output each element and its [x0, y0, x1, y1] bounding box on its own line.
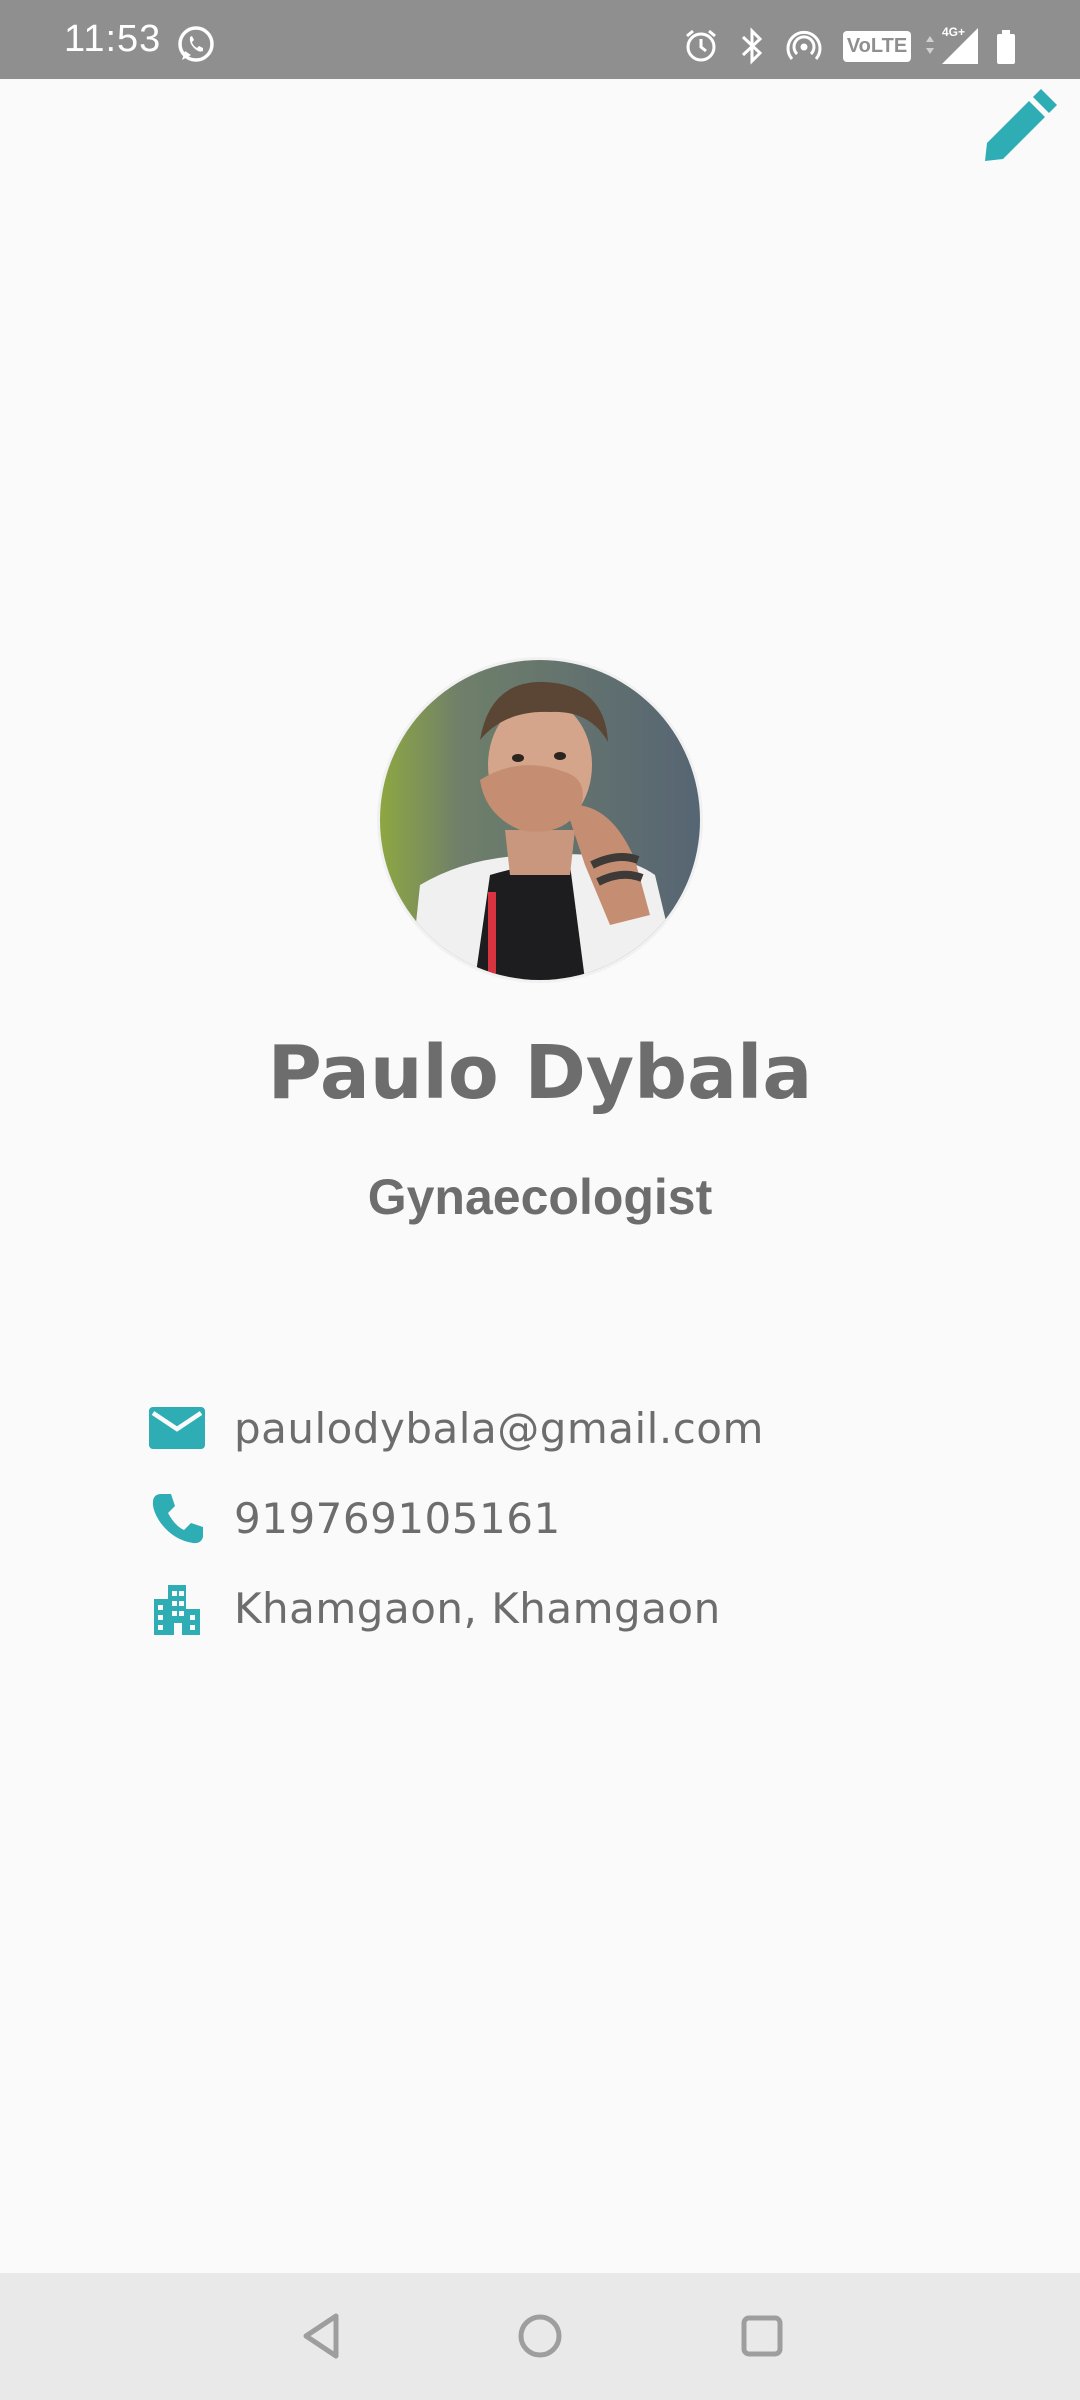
volte-badge: VoLTE	[843, 31, 911, 62]
nav-recents-button[interactable]	[732, 2306, 792, 2366]
phone-icon	[146, 1487, 208, 1549]
status-time: 11:53	[64, 18, 162, 60]
back-triangle-icon	[303, 2313, 339, 2359]
contact-email: paulodybala@gmail.com	[234, 1403, 764, 1453]
edit-profile-button[interactable]	[974, 82, 1064, 172]
building-icon	[146, 1577, 208, 1639]
email-icon	[146, 1397, 208, 1459]
contact-location-row[interactable]: Khamgaon, Khamgaon	[146, 1573, 946, 1643]
home-circle-icon	[518, 2314, 562, 2358]
nav-back-button[interactable]	[292, 2306, 352, 2366]
bluetooth-icon	[741, 27, 763, 65]
signal-icon: 4G+	[926, 25, 978, 64]
navigation-bar	[0, 2273, 1080, 2400]
pencil-icon	[985, 89, 1057, 161]
contact-location: Khamgaon, Khamgaon	[234, 1583, 721, 1633]
contact-email-row[interactable]: paulodybala@gmail.com	[146, 1393, 946, 1463]
status-bar: 11:53 VoLTE 4G+	[0, 0, 1080, 79]
avatar-photo	[380, 660, 700, 980]
recents-square-icon	[741, 2315, 783, 2357]
profile-title: Gynaecologist	[367, 1169, 713, 1225]
svg-text:4G+: 4G+	[942, 25, 965, 39]
profile-avatar	[380, 660, 700, 980]
profile-name: Paulo Dybala	[267, 1030, 813, 1116]
contact-phone-row[interactable]: 919769105161	[146, 1483, 946, 1553]
contact-phone: 919769105161	[234, 1493, 561, 1543]
alarm-icon	[686, 29, 716, 62]
battery-icon	[997, 30, 1015, 64]
nav-home-button[interactable]	[510, 2306, 570, 2366]
hotspot-icon	[786, 30, 822, 60]
whatsapp-icon	[178, 26, 214, 62]
